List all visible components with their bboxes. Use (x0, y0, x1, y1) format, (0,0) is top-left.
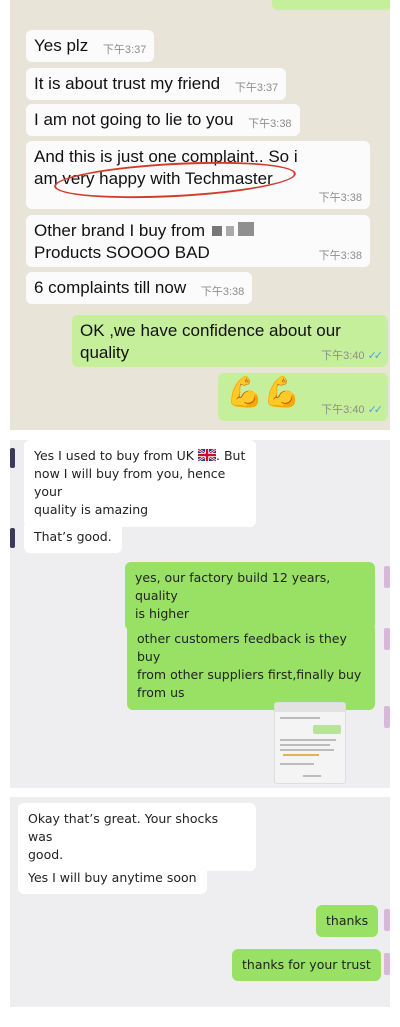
message-bubble-emoji[interactable]: 💪💪 下午3:40 ✓✓ (218, 373, 388, 421)
message-time: 下午3:37 (234, 82, 279, 94)
message-text-line1: Other brand I buy from (34, 221, 206, 240)
message-text-line1: other customers feedback is they buy (137, 631, 347, 665)
message-bubble-buy-from-uk[interactable]: Yes I used to buy from UK . But now I wi… (24, 440, 256, 527)
message-bubble-six-complaints[interactable]: 6 complaints till now 下午3:38 (26, 272, 253, 305)
message-bubble-thanks-trust[interactable]: thanks for your trust (232, 949, 381, 982)
my-avatar[interactable] (384, 953, 390, 975)
message-text: 6 complaints till now (34, 278, 187, 297)
message-text-line1: Yes I used to buy from UK (34, 448, 195, 463)
my-avatar[interactable] (384, 628, 390, 650)
message-text-line1-end: . But (216, 448, 246, 463)
redacted-brand-icon (210, 221, 256, 240)
read-receipt-icon: ✓✓ (367, 403, 384, 416)
message-bubble-other-brand[interactable]: Other brand I buy from Products SOOOO BA… (26, 215, 370, 267)
message-text-line3: quality is amazing (34, 502, 149, 518)
message-text-line2: from other suppliers first,finally buy (137, 667, 362, 683)
message-text-line1: OK ,we have confidence about our (80, 321, 341, 340)
message-time: 下午3:38 (248, 118, 292, 130)
message-text: Yes I will buy anytime soon (28, 870, 197, 885)
message-text: Yes plz (34, 36, 89, 55)
message-text: That’s good. (34, 529, 112, 544)
message-meta: 下午3:40 ✓✓ (321, 403, 384, 417)
message-text-line3: from us (137, 685, 185, 701)
message-bubble-buy-anytime[interactable]: Yes I will buy anytime soon (18, 862, 207, 895)
screenshot-thumbnail[interactable] (274, 702, 346, 784)
message-bubble-yes-plz[interactable]: Yes plz 下午3:37 (26, 30, 155, 63)
message-text-line1: yes, our factory build 12 years, quality (135, 570, 331, 604)
message-text-line1: Okay that’s great. Your shocks was (28, 811, 219, 845)
message-text: It is about trust my friend (34, 74, 221, 93)
message-bubble-thats-good[interactable]: That’s good. (24, 521, 122, 554)
message-time: 下午3:38 (200, 286, 245, 298)
whatsapp-chat-panel: Yes plz 下午3:37 It is about trust my frie… (10, 0, 390, 430)
message-time: 下午3:38 (318, 191, 362, 204)
message-time: 下午3:40 (321, 403, 365, 416)
muscle-emoji-icon: 💪💪 (226, 376, 301, 409)
previous-outgoing-bubble-edge (272, 0, 390, 10)
message-meta: 下午3:40 ✓✓ (321, 349, 384, 363)
my-avatar[interactable] (384, 706, 390, 728)
message-bubble-trust[interactable]: It is about trust my friend 下午3:37 (26, 68, 287, 101)
message-text-line2: Products SOOOO BAD (34, 242, 210, 262)
message-text: thanks (326, 913, 369, 928)
wechat-chat-panel: Yes I used to buy from UK . But now I wi… (10, 440, 390, 788)
message-bubble-confidence[interactable]: OK ,we have confidence about our quality… (72, 315, 388, 367)
message-bubble-not-lie[interactable]: I am not going to lie to you 下午3:38 (26, 104, 300, 137)
contact-avatar[interactable] (10, 448, 15, 468)
message-time: 下午3:38 (318, 249, 362, 262)
message-time: 下午3:37 (102, 44, 147, 56)
message-bubble-customer-feedback[interactable]: other customers feedback is they buy fro… (127, 623, 375, 710)
my-avatar[interactable] (384, 566, 390, 588)
contact-avatar[interactable] (10, 528, 15, 548)
message-time: 下午3:40 (321, 349, 365, 362)
message-bubble-thanks[interactable]: thanks (316, 905, 379, 938)
my-avatar[interactable] (384, 909, 390, 931)
uk-flag-icon (198, 449, 216, 461)
message-text-line2: is higher (135, 606, 190, 622)
message-text: I am not going to lie to you (34, 110, 234, 129)
message-bubble-factory-12-years[interactable]: yes, our factory build 12 years, quality… (125, 562, 375, 631)
wechat-chat-panel-2: Okay that’s great. Your shocks was good.… (10, 797, 390, 1007)
message-text: thanks for your trust (242, 957, 371, 972)
message-text-line2: now I will buy from you, hence your (34, 466, 226, 500)
read-receipt-icon: ✓✓ (367, 349, 384, 362)
